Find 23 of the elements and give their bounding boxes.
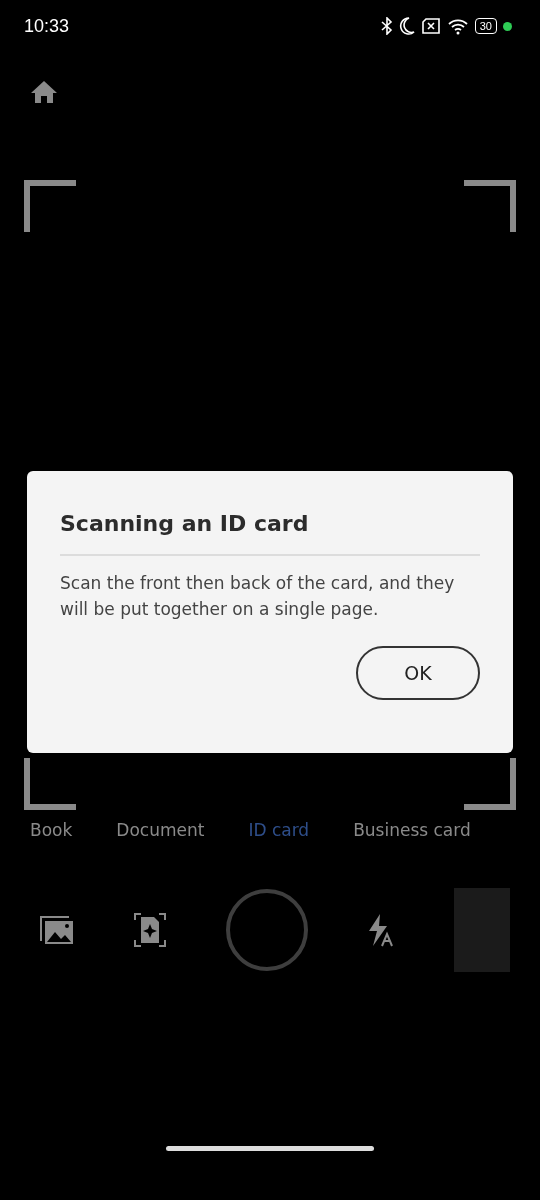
ok-button[interactable]: OK [356, 646, 480, 700]
battery-indicator: 30 [474, 18, 497, 34]
mode-tab[interactable]: Book [30, 818, 73, 844]
frame-corner [464, 758, 516, 810]
moon-icon [398, 17, 415, 35]
mode-tab[interactable]: Business card [353, 818, 471, 844]
home-icon[interactable] [30, 80, 58, 104]
home-indicator[interactable] [166, 1145, 374, 1151]
bluetooth-icon [380, 17, 393, 35]
scan-thumbnail[interactable] [454, 887, 510, 972]
privacy-dot [503, 21, 512, 31]
gallery-icon[interactable] [40, 914, 74, 945]
dialog-message: Scan the front then back of the card, and they will be put together on a single page. [60, 572, 456, 621]
auto-scan-icon[interactable] [134, 912, 166, 947]
wifi-icon [446, 17, 469, 35]
frame-corner [24, 758, 76, 810]
frame-corner [24, 180, 76, 232]
sim-card-icon [420, 17, 441, 35]
clock-time: 10:33 [24, 14, 70, 38]
dialog-title: Scanning an ID card [60, 507, 480, 556]
auto-flash-icon[interactable] [368, 912, 394, 947]
mode-tab[interactable]: Document [116, 818, 205, 844]
frame-corner [464, 180, 516, 232]
